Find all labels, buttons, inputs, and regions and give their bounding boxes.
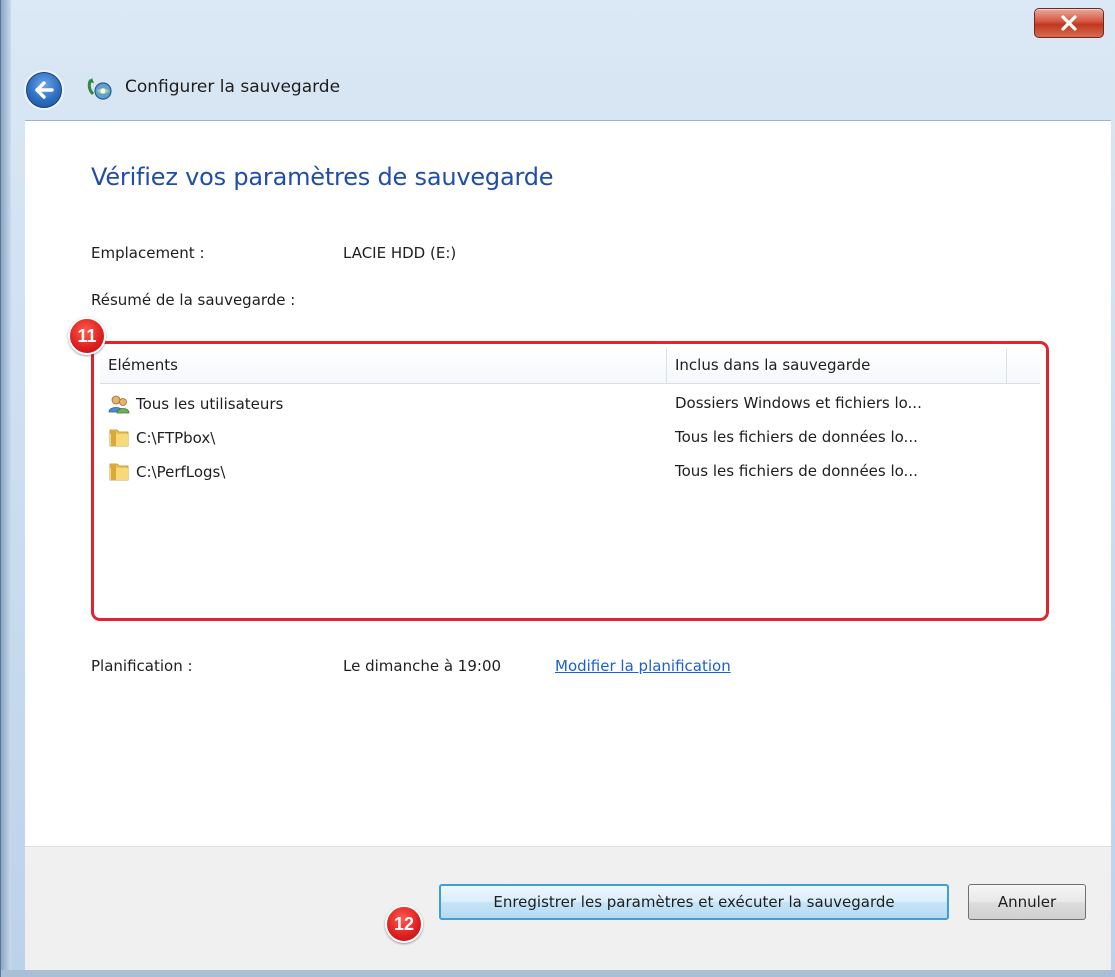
save-and-run-button[interactable]: Enregistrer les paramètres et exécuter l… [439, 884, 949, 920]
folder-icon [109, 463, 129, 481]
column-header-items[interactable]: Eléments [108, 356, 178, 374]
cancel-button[interactable]: Annuler [968, 884, 1086, 920]
summary-label: Résumé de la sauvegarde : [91, 291, 296, 309]
location-label: Emplacement : [91, 244, 205, 262]
backup-icon [87, 78, 112, 100]
users-icon [108, 395, 130, 414]
step-marker-badge: 11 [68, 317, 106, 355]
list-body: Tous les utilisateurs Dossiers Windows e… [100, 388, 1040, 490]
schedule-value: Le dimanche à 19:00 [343, 657, 502, 675]
content-panel: Vérifiez vos paramètres de sauvegarde Em… [25, 120, 1111, 846]
window-title: Configurer la sauvegarde [125, 77, 341, 97]
included-cell: Tous les fichiers de données lo... [675, 462, 918, 480]
table-row[interactable]: C:\FTPbox\ Tous les fichiers de données … [100, 422, 1040, 456]
footer-bar: Enregistrer les paramètres et exécuter l… [25, 846, 1111, 977]
included-cell: Dossiers Windows et fichiers lo... [675, 394, 922, 412]
change-schedule-link[interactable]: Modifier la planification [555, 657, 731, 675]
column-separator[interactable] [666, 348, 667, 384]
window-left-edge [1, 0, 11, 977]
close-icon [1061, 15, 1077, 31]
page-title: Vérifiez vos paramètres de sauvegarde [91, 163, 554, 191]
item-name: C:\PerfLogs\ [136, 463, 226, 481]
arrow-left-icon [35, 81, 54, 99]
schedule-label: Planification : [91, 657, 193, 675]
included-cell: Tous les fichiers de données lo... [675, 428, 918, 446]
item-cell: Tous les utilisateurs [108, 393, 283, 415]
close-button[interactable] [1034, 8, 1104, 38]
location-value: LACIE HDD (E:) [343, 244, 457, 262]
navigation-bar: Configurer la sauvegarde [11, 60, 1111, 120]
column-header-included[interactable]: Inclus dans la sauvegarde [675, 356, 870, 374]
item-name: Tous les utilisateurs [136, 395, 284, 413]
list-header: Eléments Inclus dans la sauvegarde [100, 348, 1040, 384]
item-cell: C:\PerfLogs\ [108, 461, 225, 483]
window-frame: Configurer la sauvegarde Vérifiez vos pa… [0, 0, 1115, 977]
step-marker-badge: 12 [385, 905, 423, 943]
table-row[interactable]: Tous les utilisateurs Dossiers Windows e… [100, 388, 1040, 422]
column-separator[interactable] [1006, 348, 1007, 384]
window-bottom-edge [1, 970, 1115, 977]
item-cell: C:\FTPbox\ [108, 427, 215, 449]
table-row[interactable]: C:\PerfLogs\ Tous les fichiers de donnée… [100, 456, 1040, 490]
back-button[interactable] [26, 72, 62, 108]
item-name: C:\FTPbox\ [136, 429, 216, 447]
folder-icon [109, 429, 129, 447]
backup-summary-list[interactable]: Eléments Inclus dans la sauvegarde Tous … [91, 341, 1049, 621]
